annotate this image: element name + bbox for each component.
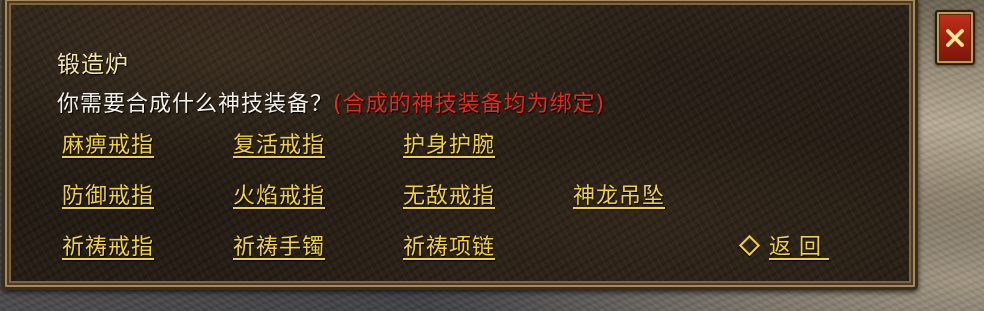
close-button[interactable]: [935, 10, 975, 65]
option-protection-bracer[interactable]: 护身护腕: [403, 127, 495, 159]
back-label: 返回: [769, 235, 830, 260]
binding-note: (合成的神技装备均为绑定): [333, 92, 606, 117]
option-prayer-ring[interactable]: 祈祷戒指: [62, 229, 154, 261]
option-invincible-ring[interactable]: 无敌戒指: [403, 178, 495, 210]
dialog-question: 你需要合成什么神技装备？(合成的神技装备均为绑定): [57, 86, 605, 118]
forge-dialog: 锻造炉 你需要合成什么神技装备？(合成的神技装备均为绑定) 麻痹戒指 复活戒指 …: [2, 0, 918, 290]
option-defense-ring[interactable]: 防御戒指: [62, 178, 154, 210]
game-scene: 锻造炉 你需要合成什么神技装备？(合成的神技装备均为绑定) 麻痹戒指 复活戒指 …: [0, 0, 984, 311]
option-dragon-pendant[interactable]: 神龙吊坠: [573, 178, 665, 210]
option-prayer-necklace[interactable]: 祈祷项链: [403, 229, 495, 261]
question-text: 你需要合成什么神技装备？: [57, 92, 334, 117]
option-revival-ring[interactable]: 复活戒指: [233, 127, 325, 159]
diamond-bullet-icon: [738, 234, 761, 256]
option-prayer-bracelet[interactable]: 祈祷手镯: [233, 229, 325, 261]
option-flame-ring[interactable]: 火焰戒指: [233, 178, 325, 210]
option-paralysis-ring[interactable]: 麻痹戒指: [62, 127, 154, 159]
back-link[interactable]: 返回: [738, 229, 830, 261]
close-icon: [946, 28, 964, 47]
dialog-title: 锻造炉: [57, 52, 129, 78]
